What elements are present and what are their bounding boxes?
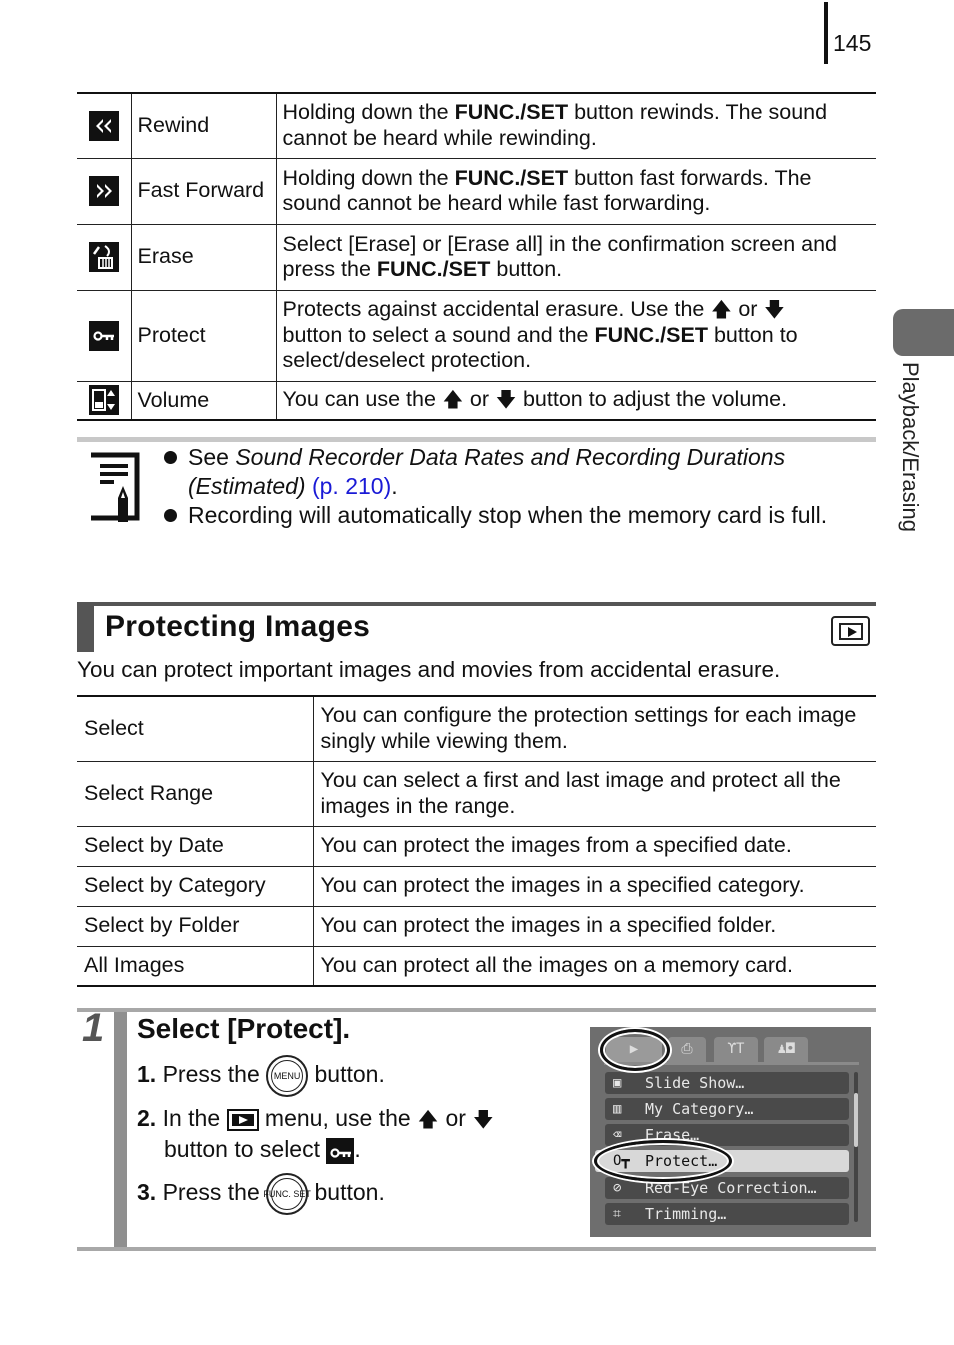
function-desc: Holding down the FUNC./SET button rewind…: [275, 92, 876, 159]
option-label: Select by Category: [77, 865, 314, 907]
lcd-tab-setup: ϒT: [714, 1037, 758, 1062]
erase-icon: [88, 242, 119, 272]
down-arrow-icon: 🡇: [764, 299, 785, 322]
chapter-tab: [893, 309, 954, 356]
step-title: Select [Protect].: [137, 1013, 351, 1044]
option-label: Select: [77, 695, 314, 762]
note-divider: [77, 437, 876, 442]
table-row: Erase Select [Erase] or [Erase all] in t…: [77, 223, 876, 291]
function-name: Erase: [130, 223, 276, 291]
down-arrow-icon: 🡇: [495, 389, 517, 412]
lcd-tab-mymenu: ♟◘: [764, 1037, 808, 1062]
option-desc: You can configure the protection setting…: [313, 695, 876, 762]
function-name: Volume: [130, 380, 276, 421]
function-table: Rewind Holding down the FUNC./SET button…: [77, 92, 876, 421]
table-row: All Images You can protect all the images…: [77, 945, 876, 987]
table-row: Fast Forward Holding down the FUNC./SET …: [77, 157, 876, 225]
function-desc: You can use the 🡅 or 🡇 button to adjust …: [275, 380, 876, 421]
function-name: Protect: [130, 289, 276, 382]
page-link[interactable]: (p. 210): [312, 473, 391, 499]
substep-2-cont: button to select .: [164, 1136, 361, 1164]
option-label: Select Range: [77, 760, 314, 827]
option-label: All Images: [77, 945, 314, 987]
substep-1: 1. Press the MENU button.: [137, 1055, 385, 1097]
option-label: Select by Date: [77, 825, 314, 867]
note-item: See Sound Recorder Data Rates and Record…: [162, 443, 862, 501]
page-number: 145: [833, 30, 872, 56]
step-divider-top: [77, 1008, 876, 1012]
table-row: Select by Folder You can protect the imag…: [77, 905, 876, 947]
table-row: Protect Protects against accidental eras…: [77, 289, 876, 382]
function-desc: Holding down the FUNC./SET button fast f…: [275, 157, 876, 225]
function-desc: Select [Erase] or [Erase all] in the con…: [275, 223, 876, 291]
protect-key-icon: [88, 320, 119, 351]
down-arrow-icon: 🡇: [473, 1109, 494, 1131]
fast-forward-icon: [88, 176, 119, 206]
lcd-menu-item: ▥ My Category…: [605, 1098, 849, 1120]
page-number-rule: [824, 2, 828, 64]
note-list: See Sound Recorder Data Rates and Record…: [162, 443, 862, 530]
highlight-ring: [600, 1029, 670, 1071]
option-desc: You can protect the images in a specifie…: [313, 905, 876, 947]
rewind-icon: [88, 110, 119, 141]
section-marker: [77, 606, 94, 652]
chapter-label: Playback/Erasing: [898, 362, 923, 532]
table-row: Rewind Holding down the FUNC./SET button…: [77, 92, 876, 159]
lcd-tab-print: ⎙: [668, 1037, 706, 1062]
option-label: Select by Folder: [77, 905, 314, 947]
step-bar: [114, 1012, 127, 1247]
lcd-menu-item: ▣ Slide Show…: [605, 1072, 849, 1094]
table-row: Select by Category You can protect the im…: [77, 865, 876, 907]
protect-key-icon: [326, 1137, 355, 1164]
playback-mode-icon: [831, 616, 870, 646]
lcd-menu-item: ⌗ Trimming…: [605, 1203, 849, 1225]
highlight-ring: [594, 1140, 732, 1182]
playback-menu-icon: [226, 1108, 259, 1131]
camera-lcd-screenshot: ▶ ⎙ ϒT ♟◘ ▣ Slide Show… ▥ My Category… ⌫ Er…: [590, 1027, 871, 1237]
note-item: Recording will automatically stop when t…: [162, 501, 862, 530]
up-arrow-icon: 🡅: [417, 1109, 439, 1131]
function-desc: Protects against accidental erasure. Use…: [275, 289, 876, 382]
volume-icon: [88, 385, 119, 416]
memo-note-icon: [88, 452, 142, 529]
function-name: Fast Forward: [130, 157, 276, 225]
section-intro: You can protect important images and mov…: [77, 657, 781, 682]
up-arrow-icon: 🡅: [442, 389, 464, 412]
option-desc: You can protect all the images on a memo…: [313, 945, 876, 987]
step-number: 1: [82, 1006, 105, 1050]
substep-3: 3. Press the FUNC. SET button.: [137, 1173, 385, 1215]
table-row: Volume You can use the 🡅 or 🡇 button to …: [77, 380, 876, 421]
option-desc: You can protect the images from a specif…: [313, 825, 876, 867]
menu-button-icon: MENU: [266, 1055, 309, 1097]
substep-2: 2. In the menu, use the 🡅 or 🡇: [137, 1105, 494, 1139]
protect-options-table: Select You can configure the protection s…: [77, 695, 876, 987]
table-row: Select You can configure the protection s…: [77, 695, 876, 762]
lcd-scroll-thumb: [854, 1093, 858, 1147]
up-arrow-icon: 🡅: [711, 299, 732, 322]
option-desc: You can protect the images in a specifie…: [313, 865, 876, 907]
step-divider-bottom: [77, 1247, 876, 1251]
section-title: Protecting Images: [105, 610, 371, 643]
table-row: Select Range You can select a first and l…: [77, 760, 876, 827]
table-row: Select by Date You can protect the images…: [77, 825, 876, 867]
func-set-button-icon: FUNC. SET: [263, 1173, 311, 1215]
function-name: Rewind: [130, 92, 276, 159]
option-desc: You can select a first and last image an…: [313, 760, 876, 827]
section-header: Protecting Images: [77, 602, 876, 652]
